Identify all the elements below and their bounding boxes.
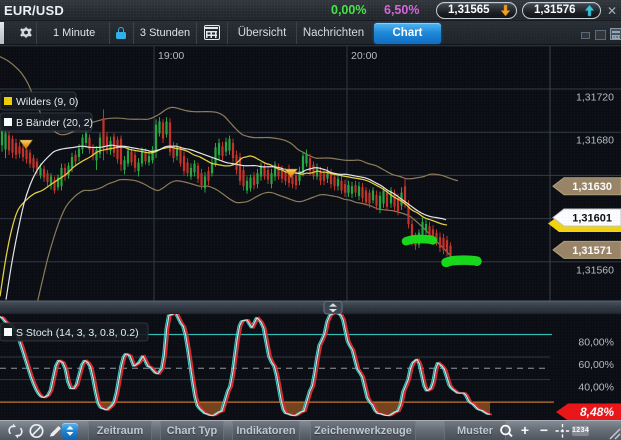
window-size-small-icon[interactable] (581, 32, 590, 39)
tab-nachrichten[interactable]: Nachrichten (296, 22, 371, 45)
instrument-title: EUR/USD (4, 0, 64, 21)
svg-text:20:00: 20:00 (351, 50, 377, 62)
indicator-label[interactable]: Wilders (9, 0) (0, 92, 78, 110)
gear-icon (19, 26, 33, 40)
svg-text:60,00%: 60,00% (578, 359, 614, 371)
prohibition-icon (27, 422, 46, 440)
refresh-button[interactable] (6, 422, 25, 440)
price-up-arrow-icon (584, 4, 595, 17)
resize-grip-icon (607, 426, 621, 440)
svg-text:1,31601: 1,31601 (572, 213, 612, 225)
window-size-medium-icon[interactable] (595, 30, 606, 40)
svg-text:Wilders (9, 0): Wilders (9, 0) (16, 96, 78, 108)
svg-text:80,00%: 80,00% (578, 337, 614, 349)
panel-edge-handle[interactable] (0, 22, 4, 44)
interval-dropdown[interactable]: 1 Minute (37, 22, 109, 44)
stochastic-axis-labels: 80,00% 60,00% 40,00% (578, 337, 614, 394)
zoom-out-button[interactable]: − (536, 421, 552, 440)
menu-zeichenwerkzeuge[interactable]: Zeichenwerkzeuge (310, 421, 416, 440)
sell-price-button[interactable]: 1,31565 (436, 2, 517, 19)
wilders-line (0, 147, 447, 296)
indicator-label[interactable]: B Bänder (20, 2) (0, 113, 93, 131)
drawing-highlights[interactable] (406, 239, 477, 263)
trading-chart-window: EUR/USD 0,00% 6,50% 1,31565 1,31576 ✕ 1 … (0, 0, 621, 440)
time-axis-labels: 19:00 20:00 (158, 50, 377, 62)
bottom-toolbar: Zeitraum Chart Typ Indikatoren Zeichenwe… (0, 420, 621, 440)
up-down-arrows-icon (62, 423, 78, 439)
range-dropdown[interactable]: 3 Stunden (134, 22, 196, 44)
price-down-arrow-icon (500, 4, 511, 17)
menu-chart-typ[interactable]: Chart Typ (160, 421, 224, 440)
zoom-in-button[interactable]: + (517, 421, 533, 440)
svg-text:1,31571: 1,31571 (572, 245, 612, 257)
indicator-label[interactable]: S Stoch (14, 3, 3, 0.8, 0.2) (0, 323, 148, 341)
svg-text:S Stoch (14, 3, 3, 0.8, 0.2): S Stoch (14, 3, 3, 0.8, 0.2) (16, 327, 139, 339)
price-chart[interactable]: 19:00 20:00 1,31720 1,31680 1,31560 Wilders (… (0, 45, 621, 420)
bid-price: 1,31565 (448, 4, 490, 16)
magnifier-icon (497, 422, 516, 440)
calendar-button[interactable] (197, 22, 227, 44)
zoom-search-button[interactable] (497, 422, 516, 440)
refresh-icon (6, 422, 25, 440)
svg-text:8,48%: 8,48% (580, 405, 614, 419)
menu-zeitraum[interactable]: Zeitraum (88, 421, 152, 440)
buy-price-button[interactable]: 1,31576 (522, 2, 601, 19)
window-grid-icon[interactable] (610, 28, 621, 40)
collapse-panel-button[interactable] (324, 302, 342, 315)
calendar-icon (204, 25, 220, 40)
ask-price: 1,31576 (534, 4, 576, 16)
svg-text:1,31720: 1,31720 (576, 92, 614, 104)
svg-text:1,31560: 1,31560 (576, 264, 614, 276)
tab-chart[interactable]: Chart (374, 23, 441, 44)
resize-grip[interactable] (607, 426, 621, 440)
svg-text:40,00%: 40,00% (578, 382, 614, 394)
menu-indikatoren[interactable]: Indikatoren (232, 421, 300, 440)
svg-text:1,31680: 1,31680 (576, 135, 614, 147)
stochastic-oversold-fill (98, 402, 490, 416)
crosshair-icon (553, 422, 572, 440)
numbers-display-button[interactable]: 1234 (572, 426, 589, 436)
tab-uebersicht[interactable]: Übersicht (228, 22, 296, 45)
svg-text:19:00: 19:00 (158, 50, 184, 62)
panel-separator[interactable] (0, 301, 621, 314)
scroll-updown-button[interactable] (62, 423, 78, 439)
disable-drawings-button[interactable] (27, 422, 46, 440)
spread-percent: 6,50% (384, 0, 419, 21)
price-badges: 1,31630 1,31601 1,31571 (548, 178, 621, 259)
change-percent: 0,00% (331, 0, 366, 21)
stochastic-value-badge: 8,48% (556, 404, 621, 421)
chart-toolbar: 1 Minute 3 Stunden Übersicht Nachrichten… (0, 21, 621, 45)
svg-text:1,31630: 1,31630 (572, 181, 612, 193)
close-icon[interactable]: ✕ (604, 3, 620, 19)
lock-icon (110, 22, 133, 44)
settings-button[interactable] (6, 22, 36, 44)
crosshair-button[interactable] (553, 422, 572, 440)
svg-text:B Bänder (20, 2): B Bänder (20, 2) (16, 117, 93, 129)
title-bar: EUR/USD 0,00% 6,50% 1,31565 1,31576 ✕ (0, 0, 621, 21)
lock-button[interactable] (110, 22, 133, 44)
